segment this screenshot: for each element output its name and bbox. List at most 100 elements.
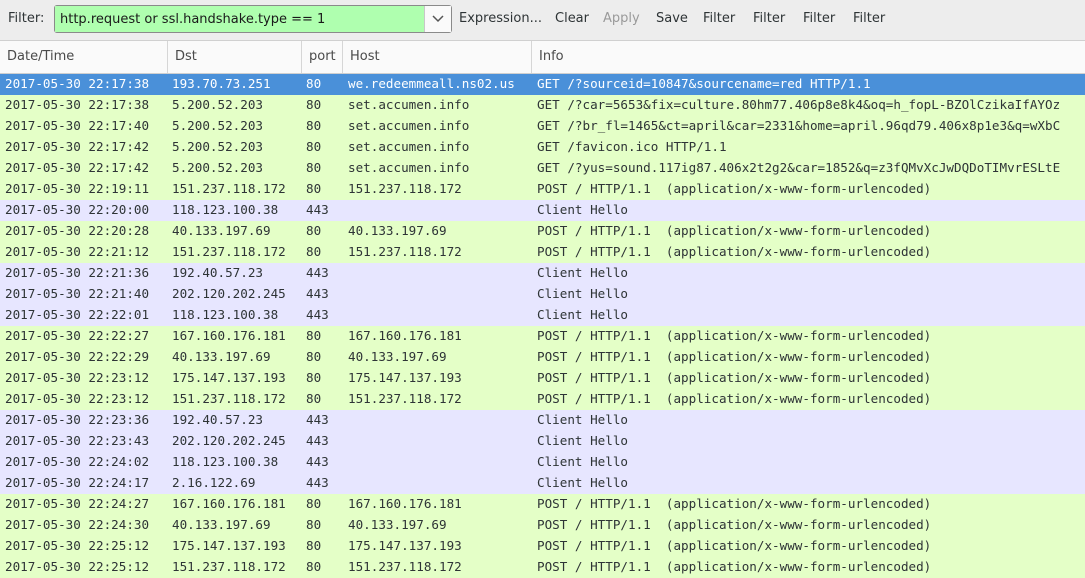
cell-info: Client Hello [537,286,628,301]
cell-dst: 151.237.118.172 [172,181,286,196]
cell-info: GET /favicon.ico HTTP/1.1 [537,139,727,154]
cell-dst: 5.200.52.203 [172,139,263,154]
packet-row[interactable]: 2017-05-30 22:21:40 202.120.202.245 443 Cli… [0,284,1085,305]
packet-row[interactable]: 2017-05-30 22:23:43 202.120.202.245 443 Cli… [0,431,1085,452]
expression-button[interactable]: Expression... [459,11,542,26]
display-filter-input[interactable] [55,6,425,32]
column-header-port[interactable]: port [302,41,343,73]
cell-host: 151.237.118.172 [348,244,462,259]
cell-port: 80 [306,118,322,133]
packet-row[interactable]: 2017-05-30 22:19:11 151.237.118.172 80 151.… [0,179,1085,200]
filter-button-2[interactable]: Filter [753,11,785,26]
cell-dst: 40.133.197.69 [172,223,271,238]
cell-datetime: 2017-05-30 22:21:12 [5,244,150,259]
cell-port: 80 [306,181,322,196]
column-header-dst[interactable]: Dst [168,41,302,73]
packet-row[interactable]: 2017-05-30 22:25:12 175.147.137.193 80 175.… [0,536,1085,557]
cell-dst: 151.237.118.172 [172,391,286,406]
cell-port: 80 [306,223,322,238]
cell-host: 175.147.137.193 [348,370,462,385]
packet-row[interactable]: 2017-05-30 22:22:01 118.123.100.38 443 Clie… [0,305,1085,326]
display-filter-combobox[interactable] [54,5,452,33]
cell-dst: 118.123.100.38 [172,454,279,469]
cell-port: 80 [306,349,322,364]
cell-port: 80 [306,160,322,175]
cell-info: Client Hello [537,412,628,427]
cell-port: 443 [306,202,329,217]
cell-port: 80 [306,328,322,343]
packet-row[interactable]: 2017-05-30 22:24:30 40.133.197.69 80 40.133… [0,515,1085,536]
cell-datetime: 2017-05-30 22:22:29 [5,349,150,364]
packet-row[interactable]: 2017-05-30 22:24:17 2.16.122.69 443 Client … [0,473,1085,494]
cell-info: POST / HTTP/1.1 (application/x-www-form-… [537,496,932,511]
packet-row[interactable]: 2017-05-30 22:17:42 5.200.52.203 80 set.acc… [0,158,1085,179]
packet-row[interactable]: 2017-05-30 22:23:12 151.237.118.172 80 151.… [0,389,1085,410]
cell-port: 80 [306,97,322,112]
filter-label: Filter: [8,11,45,26]
packet-row[interactable]: 2017-05-30 22:17:38 193.70.73.251 80 we.red… [0,74,1085,95]
cell-dst: 5.200.52.203 [172,97,263,112]
cell-port: 443 [306,412,329,427]
packet-row[interactable]: 2017-05-30 22:17:38 5.200.52.203 80 set.acc… [0,95,1085,116]
cell-port: 80 [306,559,322,574]
cell-dst: 192.40.57.23 [172,265,263,280]
cell-port: 443 [306,454,329,469]
cell-info: GET /?car=5653&fix=culture.80hm77.406p8e… [537,97,1061,112]
cell-dst: 118.123.100.38 [172,202,279,217]
packet-row[interactable]: 2017-05-30 22:24:02 118.123.100.38 443 Clie… [0,452,1085,473]
cell-info: GET /?br_fl=1465&ct=april&car=2331&home=… [537,118,1061,133]
packet-row[interactable]: 2017-05-30 22:24:27 167.160.176.181 80 167.… [0,494,1085,515]
packet-row[interactable]: 2017-05-30 22:17:42 5.200.52.203 80 set.acc… [0,137,1085,158]
clear-button[interactable]: Clear [555,11,589,26]
column-header-info[interactable]: Info [532,41,1085,73]
column-header-datetime[interactable]: Date/Time [0,41,168,73]
cell-host: 40.133.197.69 [348,349,447,364]
filter-button-3[interactable]: Filter [803,11,835,26]
cell-info: POST / HTTP/1.1 (application/x-www-form-… [537,517,932,532]
cell-port: 80 [306,391,322,406]
cell-datetime: 2017-05-30 22:23:12 [5,370,150,385]
apply-button[interactable]: Apply [603,11,640,26]
filter-button-1[interactable]: Filter [703,11,735,26]
packet-row[interactable]: 2017-05-30 22:21:12 151.237.118.172 80 151.… [0,242,1085,263]
packet-row[interactable]: 2017-05-30 22:20:00 118.123.100.38 443 Clie… [0,200,1085,221]
packet-row[interactable]: 2017-05-30 22:25:12 151.237.118.172 80 151.… [0,557,1085,578]
cell-host: we.redeemmeall.ns02.us [348,76,515,91]
filter-history-dropdown-button[interactable] [424,6,451,32]
cell-dst: 5.200.52.203 [172,118,263,133]
filter-button-4[interactable]: Filter [853,11,885,26]
cell-dst: 202.120.202.245 [172,286,286,301]
cell-info: Client Hello [537,454,628,469]
packet-row[interactable]: 2017-05-30 22:22:29 40.133.197.69 80 40.133… [0,347,1085,368]
packet-row[interactable]: 2017-05-30 22:17:40 5.200.52.203 80 set.acc… [0,116,1085,137]
cell-host: set.accumen.info [348,139,470,154]
cell-info: POST / HTTP/1.1 (application/x-www-form-… [537,328,932,343]
packet-row[interactable]: 2017-05-30 22:20:28 40.133.197.69 80 40.133… [0,221,1085,242]
packet-row[interactable]: 2017-05-30 22:23:36 192.40.57.23 443 Client… [0,410,1085,431]
cell-host: set.accumen.info [348,118,470,133]
cell-dst: 5.200.52.203 [172,160,263,175]
column-header-host[interactable]: Host [343,41,532,73]
cell-host: set.accumen.info [348,160,470,175]
cell-dst: 192.40.57.23 [172,412,263,427]
cell-dst: 167.160.176.181 [172,328,286,343]
save-button[interactable]: Save [656,11,688,26]
cell-info: GET /?yus=sound.117ig87.406x2t2g2&car=18… [537,160,1061,175]
cell-info: POST / HTTP/1.1 (application/x-www-form-… [537,559,932,574]
cell-port: 80 [306,244,322,259]
cell-dst: 2.16.122.69 [172,475,256,490]
cell-info: Client Hello [537,265,628,280]
cell-datetime: 2017-05-30 22:25:12 [5,538,150,553]
cell-datetime: 2017-05-30 22:22:27 [5,328,150,343]
packet-row[interactable]: 2017-05-30 22:21:36 192.40.57.23 443 Client… [0,263,1085,284]
cell-info: Client Hello [537,307,628,322]
packet-row[interactable]: 2017-05-30 22:23:12 175.147.137.193 80 175.… [0,368,1085,389]
cell-info: POST / HTTP/1.1 (application/x-www-form-… [537,244,932,259]
cell-datetime: 2017-05-30 22:24:02 [5,454,150,469]
cell-info: POST / HTTP/1.1 (application/x-www-form-… [537,181,932,196]
cell-datetime: 2017-05-30 22:23:43 [5,433,150,448]
cell-host [348,263,531,284]
cell-info: Client Hello [537,202,628,217]
packet-row[interactable]: 2017-05-30 22:22:27 167.160.176.181 80 167.… [0,326,1085,347]
cell-dst: 175.147.137.193 [172,538,286,553]
